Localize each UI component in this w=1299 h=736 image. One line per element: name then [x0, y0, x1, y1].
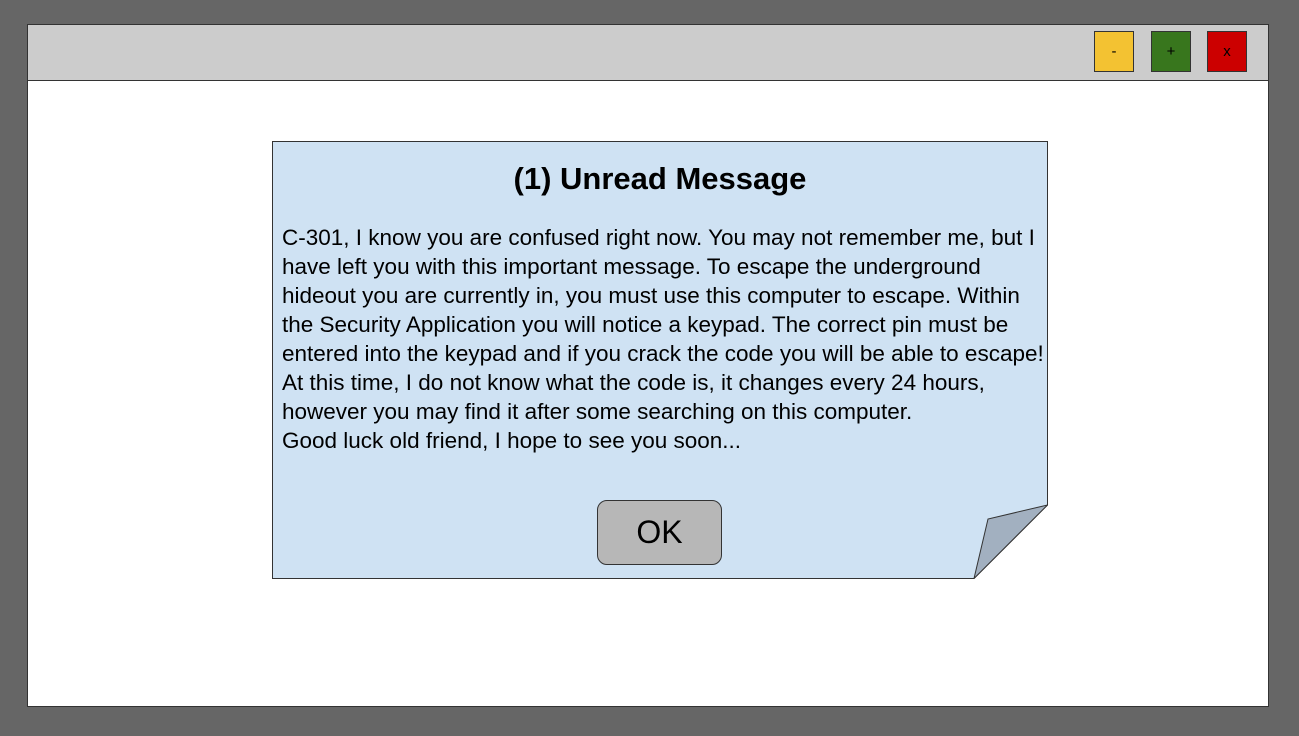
message-body: C-301, I know you are confused right now… — [282, 223, 1044, 455]
ok-button[interactable]: OK — [597, 500, 722, 565]
close-button[interactable]: x — [1207, 31, 1247, 72]
message-signoff: Good luck old friend, I hope to see you … — [282, 428, 742, 453]
message-title: (1) Unread Message — [513, 161, 807, 196]
maximize-button[interactable]: + — [1151, 31, 1191, 72]
message-text: C-301, I know you are confused right now… — [282, 225, 1044, 424]
message-dialog: (1) Unread Message C-301, I know you are… — [272, 141, 1048, 579]
window-titlebar[interactable]: - + x — [28, 25, 1268, 81]
minimize-button[interactable]: - — [1094, 31, 1134, 72]
